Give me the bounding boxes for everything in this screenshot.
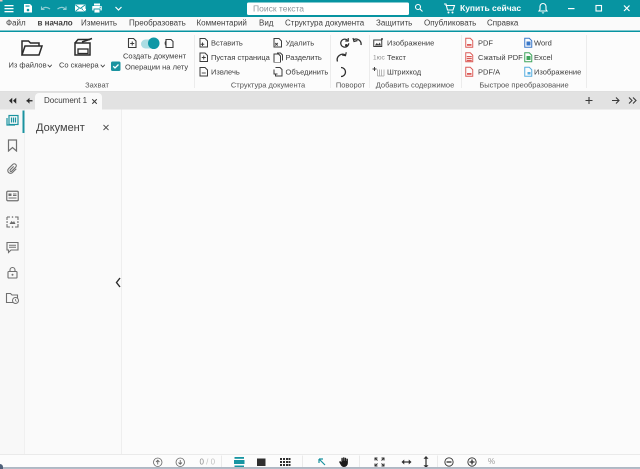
- svg-text:1юс: 1юс: [373, 55, 385, 62]
